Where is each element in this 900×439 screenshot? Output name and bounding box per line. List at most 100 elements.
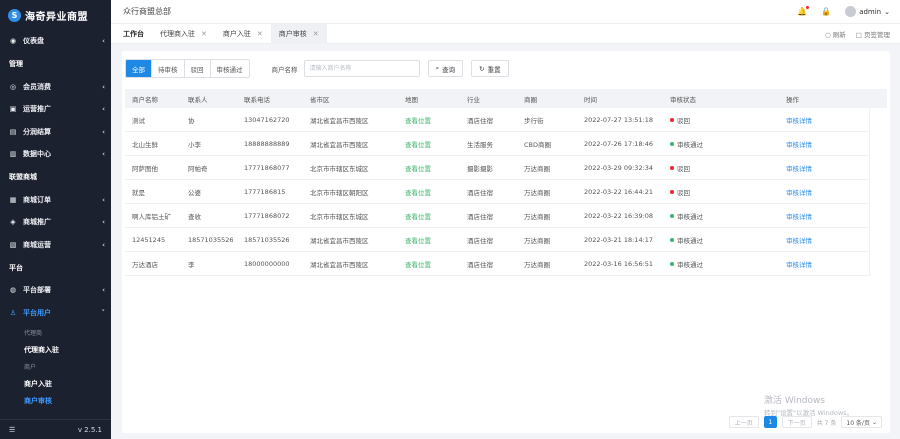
view-location-link[interactable]: 查看位置 <box>405 237 431 245</box>
sidebar-item-label: 平台用户 <box>23 308 51 317</box>
chevron-down-icon: ⌄ <box>884 7 890 16</box>
search-icon: ⌕ <box>435 64 440 72</box>
table-cell: 2022-03-29 09:32:34 <box>584 163 654 172</box>
merchant-name-input[interactable] <box>303 60 420 77</box>
chevron-left-icon: ‹ <box>102 105 105 114</box>
sidebar-item[interactable]: ▥ 数据中心 ‹ <box>0 143 111 166</box>
tab-label: 工作台 <box>123 29 144 38</box>
menu-toggle-icon[interactable]: ☰ <box>9 426 15 434</box>
tabs-bar: 工作台 代理商入驻 ✕ 商户入驻 ✕ 商户审核 ✕ ○ 刷新 □ 页签管理 <box>111 23 900 44</box>
sidebar-item[interactable]: ♙ 平台用户 ˅ <box>0 302 111 325</box>
query-button[interactable]: ⌕ 查询 <box>427 60 464 77</box>
table-scrollbar[interactable] <box>869 108 887 276</box>
status-filter-option[interactable]: 待审核 <box>152 60 185 77</box>
close-icon[interactable]: ✕ <box>257 30 263 38</box>
tab-manage-button[interactable]: □ 页签管理 <box>856 29 890 39</box>
watermark-line2: 转到"设置"以激活 Windows。 <box>764 409 854 417</box>
sidebar-item-label: 商城推广 <box>23 218 51 227</box>
sidebar: S 海奇异业商盟 ◉ 仪表盘 ‹ 管理 ◎ 会员消费 ‹ ▣ 运营推广 ‹ ▤ 分润结算 ‹ ▥ 数据中心 ‹… <box>0 0 111 439</box>
promotion-icon: ▣ <box>9 105 17 114</box>
tab-item[interactable]: 商户审核 ✕ <box>270 23 327 44</box>
view-location-link[interactable]: 查看位置 <box>405 117 431 125</box>
review-detail-link[interactable]: 审核详情 <box>786 117 812 125</box>
table-cell: 协 <box>188 116 195 125</box>
review-detail-link[interactable]: 审核详情 <box>786 141 812 149</box>
table-cell: 驳回 <box>663 163 779 173</box>
table-header: 商户名称 联系人 联系电话 省市区 地图 行业 商圈 时间 审核状态 操作 <box>125 89 885 108</box>
table-cell: 酒店住宿 <box>467 212 493 221</box>
table-body: 测试协 13047162720 湖北省宜昌市西陵区 查看位置 酒店住宿 步行街 2022-0… <box>125 108 885 276</box>
view-location-link[interactable]: 查看位置 <box>405 141 431 149</box>
table-cell: 阿帕奇 <box>188 164 208 173</box>
status-badge: 驳回 <box>670 115 690 125</box>
table-cell: 万达商圈 <box>524 188 550 197</box>
page-number-current[interactable]: 1 <box>763 416 777 428</box>
tab-item[interactable]: 代理商入驻 ✕ <box>152 24 215 44</box>
sidebar-item[interactable]: ▤ 分润结算 ‹ <box>0 121 111 144</box>
status-filter-segment: 全部 待审核 驳回 审核通过 <box>125 59 250 78</box>
view-location-link[interactable]: 查看位置 <box>405 261 431 269</box>
next-page-button[interactable]: 下一页 <box>781 416 812 428</box>
brand[interactable]: S 海奇异业商盟 <box>0 0 111 30</box>
reset-button[interactable]: ↻ 重置 <box>471 60 509 77</box>
status-text: 审核通过 <box>677 260 703 269</box>
table-cell: 就是 <box>132 188 145 197</box>
close-icon[interactable]: ✕ <box>201 30 207 38</box>
view-location-link[interactable]: 查看位置 <box>405 189 431 197</box>
status-dot <box>670 237 674 242</box>
sidebar-item-label: 商城运营 <box>23 240 51 249</box>
sidebar-item[interactable]: ◎ 会员消费 ‹ <box>0 76 111 99</box>
sidebar-item[interactable]: ◉ 仪表盘 ‹ <box>0 30 111 53</box>
sidebar-item[interactable]: ▦ 商城订单 ‹ <box>0 189 111 212</box>
view-location-link[interactable]: 查看位置 <box>405 213 431 221</box>
settlement-icon: ▤ <box>9 127 17 136</box>
sidebar-subnav: 代理商 代理商入驻 商户 商户入驻 商户审核 <box>0 324 111 409</box>
sidebar-subitem[interactable]: 代理商入驻 <box>0 341 111 358</box>
close-icon[interactable]: ✕ <box>313 30 319 38</box>
sidebar-group-label: 联盟商城 <box>9 173 37 181</box>
status-text: 审核通过 <box>677 212 703 221</box>
sidebar-subitem[interactable]: 商户入驻 <box>0 375 111 392</box>
chevron-left-icon: ‹ <box>102 218 105 227</box>
sidebar-item[interactable]: ▧ 商城运营 ‹ <box>0 234 111 257</box>
review-detail-link[interactable]: 审核详情 <box>786 261 812 269</box>
prev-page-button[interactable]: 上一页 <box>728 416 759 428</box>
sidebar-item[interactable]: ◍ 平台部署 ‹ <box>0 279 111 302</box>
review-detail-link[interactable]: 审核详情 <box>786 237 812 245</box>
review-detail-link[interactable]: 审核详情 <box>786 165 812 173</box>
column-header: 时间 <box>584 95 597 104</box>
table-cell: 1777186815 <box>244 187 286 196</box>
status-text: 驳回 <box>677 188 690 197</box>
sidebar-item-label: 数据中心 <box>23 150 51 159</box>
sidebar-subitem[interactable]: 商户审核 <box>0 392 111 409</box>
page-size-select[interactable]: 10 条/页 ⌄ <box>841 416 882 428</box>
table-cell: 2022-03-22 16:44:21 <box>584 187 654 196</box>
notification-bell-icon[interactable]: 🔔 <box>797 6 810 16</box>
table-cell: 查看位置 <box>398 211 460 221</box>
table-cell: 审核通过 <box>663 211 779 221</box>
chevron-left-icon: ‹ <box>102 150 105 159</box>
tab-item[interactable]: 商户入驻 ✕ <box>215 24 271 44</box>
table-row: 啊人库铝土矿 查收 17771868072 北京市市辖区东城区 查看位置 酒店住宿 万达商圈… <box>125 204 885 228</box>
sidebar-item[interactable]: ▣ 运营推广 ‹ <box>0 98 111 121</box>
table-row: 就是 公婆 1777186815 北京市市辖区朝阳区 查看位置 酒店住宿 万达商圈 2022-… <box>125 180 885 204</box>
status-badge: 审核通过 <box>670 139 703 149</box>
refresh-button[interactable]: ○ 刷新 <box>825 29 846 39</box>
review-detail-link[interactable]: 审核详情 <box>786 189 812 197</box>
chevron-left-icon: ‹ <box>102 127 105 136</box>
view-location-link[interactable]: 查看位置 <box>405 165 431 173</box>
tab-item[interactable]: 工作台 <box>111 24 152 44</box>
review-detail-link[interactable]: 审核详情 <box>786 213 812 221</box>
status-filter-option[interactable]: 驳回 <box>185 60 211 77</box>
tab-label: 商户审核 <box>278 29 307 38</box>
status-filter-option[interactable]: 审核通过 <box>211 60 249 77</box>
data-center-icon: ▥ <box>9 150 17 159</box>
sidebar-footer: ☰ v 2.5.1 <box>0 419 111 439</box>
sidebar-item[interactable]: ◈ 商城推广 ‹ <box>0 211 111 234</box>
user-menu[interactable]: admin ⌄ <box>845 6 890 17</box>
status-filter-option[interactable]: 全部 <box>126 60 152 77</box>
table-cell: 查看位置 <box>398 187 460 197</box>
lock-icon[interactable]: 🔒 <box>821 7 831 16</box>
top-header: 众行商盟总部 🔔 🔒 admin ⌄ <box>111 0 900 24</box>
chevron-left-icon: ‹ <box>102 240 105 249</box>
